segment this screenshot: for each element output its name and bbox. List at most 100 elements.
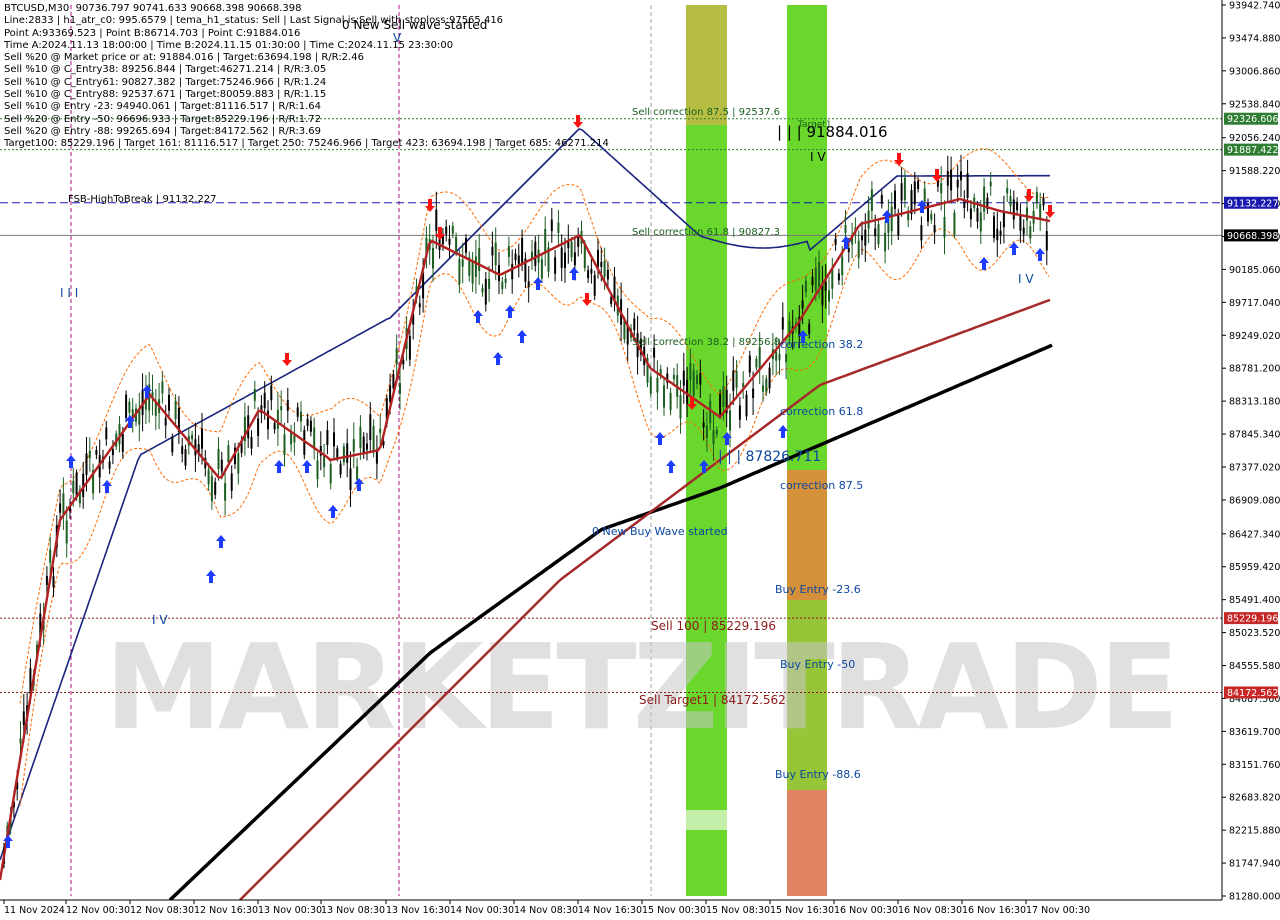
candle-body [956, 179, 959, 188]
candle-body [451, 226, 454, 234]
candle-body [712, 430, 715, 444]
x-tick-label: 15 Nov 16:30 [770, 905, 834, 916]
candle-body [841, 256, 844, 276]
candle-body [861, 235, 863, 241]
candle-body [966, 173, 969, 198]
candle-body [696, 375, 698, 384]
zone-band-red [787, 790, 827, 896]
candle-body [689, 363, 692, 380]
candle-body [672, 374, 675, 380]
candle-body [534, 241, 537, 266]
candle-body [983, 186, 986, 212]
candle-body [214, 481, 217, 495]
candle-body [491, 246, 494, 256]
x-tick-label: 14 Nov 00:30 [450, 905, 514, 916]
candle-body [296, 407, 299, 417]
annotation-label: Sell correction 61.8 | 90827.3 [632, 227, 780, 238]
annotation-label: I V [810, 150, 826, 164]
candle-body [201, 428, 203, 449]
price-badge-label: 90668.398 [1227, 231, 1278, 242]
x-tick-label: 14 Nov 08:30 [514, 905, 578, 916]
candle-body [719, 393, 722, 415]
candle-body [45, 575, 48, 585]
x-tick-label: 12 Nov 00:30 [66, 905, 130, 916]
y-tick-label: 90185.060 [1229, 265, 1280, 276]
y-tick-label: 89249.020 [1229, 331, 1280, 342]
y-tick-label: 82683.820 [1229, 793, 1280, 804]
candle-body [844, 224, 847, 233]
info-line: Point A:93369.523 | Point B:86714.703 | … [4, 27, 301, 39]
candle-body [1002, 212, 1005, 228]
candle-body [352, 439, 355, 452]
candle-body [488, 278, 491, 289]
candle-body [953, 212, 956, 236]
annotation-label: correction 38.2 [780, 338, 863, 351]
x-tick-label: 16 Nov 16:30 [962, 905, 1026, 916]
candle-body [745, 394, 748, 417]
annotation-label: | | | 91884.016 [777, 123, 888, 141]
candle-body [573, 252, 576, 266]
y-tick-label: 82215.880 [1229, 826, 1280, 837]
annotation-label: Buy Entry -88.6 [775, 768, 861, 781]
candle-body [649, 376, 652, 394]
candle-body [507, 246, 510, 257]
candle-body [544, 228, 547, 254]
candle-body [379, 428, 382, 433]
candle-body [455, 236, 458, 253]
candle-body [870, 189, 873, 212]
y-tick-label: 86427.340 [1229, 529, 1280, 540]
candle-body [465, 238, 467, 253]
y-tick-label: 81747.940 [1229, 859, 1280, 870]
candle-body [804, 280, 807, 293]
candle-body [59, 503, 62, 513]
candle-body [527, 281, 530, 288]
candle-body [943, 217, 946, 238]
candle-body [356, 466, 359, 480]
candle-body [993, 216, 995, 239]
candle-body [501, 281, 504, 290]
candle-body [946, 171, 949, 186]
info-line: Target100: 85229.196 | Target 161: 81116… [4, 138, 609, 150]
candle-body [705, 425, 708, 438]
candle-body [867, 210, 870, 229]
candle-body [1012, 199, 1015, 220]
annotation-label: Target1 [797, 120, 832, 130]
chart-root: MARKETZITRADE 0 New Sell wave started Sell… [0, 0, 1280, 920]
candle-body [336, 448, 339, 459]
candle-body [738, 405, 741, 420]
info-panel: BTCUSD,M30 90736.797 90741.633 90668.398… [4, 3, 609, 151]
candle-body [276, 409, 279, 429]
candle-body [484, 278, 487, 305]
candle-body [603, 260, 606, 277]
annotation-label: correction 61.8 [780, 405, 863, 418]
candle-body [663, 385, 665, 408]
info-line: Time A:2024.11.13 18:00:00 | Time B:2024… [4, 39, 454, 51]
candle-body [940, 183, 943, 194]
y-tick-label: 89717.040 [1229, 298, 1280, 309]
candle-body [808, 323, 811, 335]
candle-body [976, 208, 979, 222]
price-badge-label: 92326.606 [1227, 114, 1278, 125]
annotation-label: correction 87.5 [780, 479, 863, 492]
candle-body [960, 171, 962, 181]
candle-body [1022, 227, 1025, 235]
candle-body [306, 418, 309, 426]
y-tick-label: 84555.580 [1229, 661, 1280, 672]
candle-body [557, 222, 560, 234]
candle-body [900, 183, 903, 201]
candle-body [682, 370, 685, 386]
candle-body [461, 259, 464, 267]
candle-body [280, 406, 283, 411]
candle-body [432, 248, 434, 269]
candle-body [481, 288, 484, 293]
candle-body [105, 427, 108, 440]
candle-body [590, 268, 593, 274]
candle-body [897, 213, 900, 236]
annotation-label: Sell 100 | 85229.196 [651, 619, 776, 633]
candle-body [768, 367, 771, 389]
candle-body [128, 401, 131, 413]
candle-body [762, 385, 764, 392]
candle-body [765, 378, 768, 393]
info-line: Sell %10 @ C_Entry88: 92537.671 | Target… [4, 89, 327, 101]
candle-body [372, 425, 375, 451]
